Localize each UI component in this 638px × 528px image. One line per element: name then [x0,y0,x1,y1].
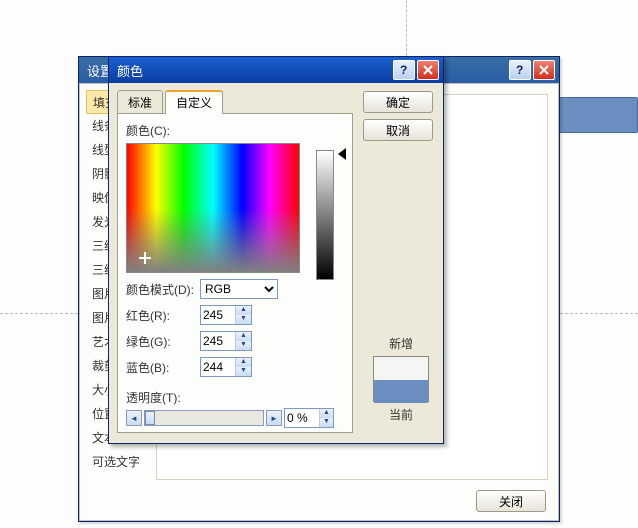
color-dialog-body: 标准 自定义 确定 取消 颜色(C): 颜色模式(D): RGB 红色(R): [109,83,443,443]
ok-label: 确定 [386,94,410,111]
color-preview: 新增 当前 [371,335,431,423]
document-shape[interactable] [558,97,638,133]
red-label: 红色(R): [126,307,196,324]
mode-label: 颜色模式(D): [126,281,196,298]
close-dialog-button[interactable]: 关闭 [476,490,546,512]
transparency-spinner[interactable]: ▲▼ [284,408,334,428]
help-button[interactable]: ? [393,60,415,80]
green-label: 绿色(G): [126,333,196,350]
current-color-label: 当前 [371,406,431,423]
help-button[interactable]: ? [509,60,531,80]
cancel-button[interactable]: 取消 [363,119,433,141]
sidebar-item-alt-text[interactable]: 可选文字 [86,450,150,474]
hue-saturation-picker[interactable] [126,143,300,273]
spin-up-icon[interactable]: ▲ [320,409,333,418]
lightness-arrow-icon[interactable] [338,148,346,160]
slider-thumb[interactable] [145,411,155,425]
tab-custom[interactable]: 自定义 [165,90,223,114]
page-guide-horizontal-left [0,313,78,314]
red-input[interactable] [201,306,235,324]
spin-down-icon[interactable]: ▼ [320,418,333,427]
green-spinner[interactable]: ▲▼ [200,331,252,351]
blue-label: 蓝色(B): [126,359,196,376]
red-spinner[interactable]: ▲▼ [200,305,252,325]
custom-tab-panel: 颜色(C): 颜色模式(D): RGB 红色(R): ▲▼ 绿色(G): [117,113,353,433]
close-icon [539,65,549,75]
new-color-label: 新增 [371,335,431,352]
color-dialog: 颜色 ? 标准 自定义 确定 取消 颜色(C): 颜色模式(D): [108,56,444,444]
close-button[interactable] [417,60,439,80]
tab-standard[interactable]: 标准 [117,90,163,114]
new-color-swatch [374,357,428,380]
transparency-slider[interactable] [144,410,264,426]
slider-increase-button[interactable]: ► [266,410,282,426]
svg-text:?: ? [516,64,523,76]
spin-up-icon[interactable]: ▲ [236,332,251,341]
svg-text:?: ? [400,64,407,76]
color-dialog-title: 颜色 [113,61,391,80]
spin-down-icon[interactable]: ▼ [236,367,251,376]
close-icon [423,65,433,75]
help-icon: ? [398,64,410,76]
current-color-swatch [374,380,428,403]
transparency-label: 透明度(T): [126,389,344,406]
green-input[interactable] [201,332,235,350]
slider-decrease-button[interactable]: ◄ [126,410,142,426]
dialog-buttons: 确定 取消 [363,91,433,141]
color-swatch [373,356,429,402]
cancel-label: 取消 [386,122,410,139]
color-field-label: 颜色(C): [126,122,344,139]
spin-down-icon[interactable]: ▼ [236,341,251,350]
blue-spinner[interactable]: ▲▼ [200,357,252,377]
close-button[interactable] [533,60,555,80]
spin-up-icon[interactable]: ▲ [236,306,251,315]
transparency-input[interactable] [285,409,319,427]
blue-input[interactable] [201,358,235,376]
page-guide-horizontal-right [560,313,638,314]
spin-up-icon[interactable]: ▲ [236,358,251,367]
crosshair-icon [139,252,151,264]
lightness-slider[interactable] [316,150,334,280]
spin-down-icon[interactable]: ▼ [236,315,251,324]
color-dialog-titlebar[interactable]: 颜色 ? [109,57,443,83]
page-guide-vertical [406,0,407,56]
help-icon: ? [514,64,526,76]
color-mode-select[interactable]: RGB [200,279,278,299]
close-dialog-label: 关闭 [499,493,523,510]
transparency-control: ◄ ► ▲▼ [126,408,344,428]
ok-button[interactable]: 确定 [363,91,433,113]
